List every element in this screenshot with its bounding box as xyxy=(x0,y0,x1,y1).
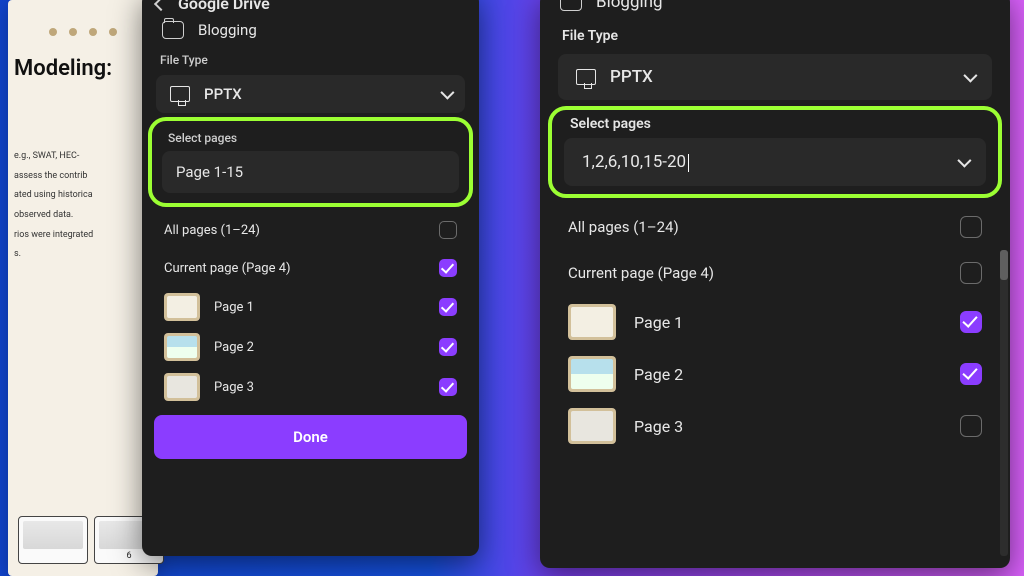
page-range-input[interactable]: 1,2,6,10,15-20 xyxy=(564,138,986,186)
editor-canvas-background: Modeling: e.g., SWAT, HEC- assess the co… xyxy=(8,0,158,576)
page-list-item[interactable]: Page 3 xyxy=(540,400,1010,452)
file-type-value: PPTX xyxy=(610,67,653,87)
drive-header-row[interactable]: Google Drive xyxy=(142,0,479,13)
save-panel-left: Google Drive Blogging File Type PPTX Sel… xyxy=(142,0,479,556)
page-list-item[interactable]: Page 2 xyxy=(142,327,479,367)
slide-heading: Modeling: xyxy=(14,56,152,81)
scrollbar-thumb[interactable] xyxy=(1000,250,1008,280)
text-cursor xyxy=(688,154,689,172)
page-name: Page 2 xyxy=(214,340,425,355)
file-type-dropdown[interactable]: PPTX xyxy=(558,54,992,100)
slide-body: e.g., SWAT, HEC- assess the contrib ated… xyxy=(14,151,152,261)
page-list-item[interactable]: Page 1 xyxy=(142,287,479,327)
all-pages-option[interactable]: All pages (1–24) xyxy=(142,211,479,249)
page-name: Page 3 xyxy=(634,417,942,436)
save-panel-right: Blogging File Type PPTX Select pages 1,2… xyxy=(540,0,1010,568)
file-type-value: PPTX xyxy=(204,85,242,103)
page-list-item[interactable]: Page 3 xyxy=(142,367,479,407)
file-type-label: File Type xyxy=(142,47,479,71)
folder-row[interactable]: Blogging xyxy=(142,13,479,47)
checkbox-unchecked[interactable] xyxy=(960,262,982,284)
page-name: Page 3 xyxy=(214,380,425,395)
slide-thumbnail[interactable] xyxy=(18,516,88,564)
page-range-value: Page 1-15 xyxy=(176,163,243,181)
done-label: Done xyxy=(293,428,328,446)
folder-icon xyxy=(162,21,184,39)
current-page-option[interactable]: Current page (Page 4) xyxy=(142,249,479,287)
current-page-label: Current page (Page 4) xyxy=(568,264,714,282)
drive-title: Google Drive xyxy=(178,0,270,13)
checkbox-checked[interactable] xyxy=(439,338,457,356)
page-thumbnail xyxy=(164,293,200,321)
checkbox-checked[interactable] xyxy=(960,363,982,385)
checkbox-checked[interactable] xyxy=(439,378,457,396)
slide-text-line: observed data. xyxy=(14,210,152,222)
folder-name: Blogging xyxy=(596,0,663,12)
decorative-dots xyxy=(14,28,152,36)
chevron-down-icon xyxy=(957,154,971,168)
back-icon[interactable] xyxy=(154,0,168,11)
checkbox-checked[interactable] xyxy=(439,298,457,316)
checkbox-unchecked[interactable] xyxy=(960,216,982,238)
presentation-icon xyxy=(576,69,596,85)
page-range-value: 1,2,6,10,15-20 xyxy=(582,152,686,172)
folder-name: Blogging xyxy=(198,21,257,39)
current-page-label: Current page (Page 4) xyxy=(164,261,291,276)
all-pages-option[interactable]: All pages (1–24) xyxy=(540,204,1010,250)
all-pages-label: All pages (1–24) xyxy=(568,218,679,236)
checkbox-checked[interactable] xyxy=(439,259,457,277)
select-pages-label: Select pages xyxy=(558,114,992,138)
page-thumbnail xyxy=(568,408,616,444)
page-range-input[interactable]: Page 1-15 xyxy=(162,151,459,193)
checkbox-checked[interactable] xyxy=(960,311,982,333)
page-list-item[interactable]: Page 2 xyxy=(540,348,1010,400)
chevron-down-icon xyxy=(963,69,977,83)
folder-icon xyxy=(560,0,582,11)
slide-text-line: s. xyxy=(14,249,152,261)
chevron-down-icon xyxy=(440,86,454,100)
slide-text-line: ated using historica xyxy=(14,190,152,202)
thumbnail-number: 6 xyxy=(126,551,131,561)
slide-text-line: assess the contrib xyxy=(14,171,152,183)
page-name: Page 1 xyxy=(214,300,425,315)
file-type-dropdown[interactable]: PPTX xyxy=(156,75,465,113)
page-list-item[interactable]: Page 1 xyxy=(540,296,1010,348)
scrollbar-track[interactable] xyxy=(1000,250,1008,556)
slide-text-line: e.g., SWAT, HEC- xyxy=(14,151,152,163)
folder-row[interactable]: Blogging xyxy=(540,0,1010,20)
page-thumbnail xyxy=(164,333,200,361)
checkbox-unchecked[interactable] xyxy=(439,221,457,239)
file-type-label: File Type xyxy=(540,20,1010,50)
page-thumbnail xyxy=(568,356,616,392)
page-name: Page 1 xyxy=(634,313,942,332)
current-page-option[interactable]: Current page (Page 4) xyxy=(540,250,1010,296)
page-name: Page 2 xyxy=(634,365,942,384)
page-thumbnail xyxy=(164,373,200,401)
page-thumbnail xyxy=(568,304,616,340)
select-pages-label: Select pages xyxy=(158,125,463,149)
checkbox-unchecked[interactable] xyxy=(960,415,982,437)
slide-text-line: rios were integrated xyxy=(14,230,152,242)
highlighted-select-pages: Select pages Page 1-15 xyxy=(148,117,473,207)
done-button[interactable]: Done xyxy=(154,415,467,459)
all-pages-label: All pages (1–24) xyxy=(164,223,260,238)
presentation-icon xyxy=(170,86,190,102)
highlighted-select-pages: Select pages 1,2,6,10,15-20 xyxy=(548,106,1002,198)
